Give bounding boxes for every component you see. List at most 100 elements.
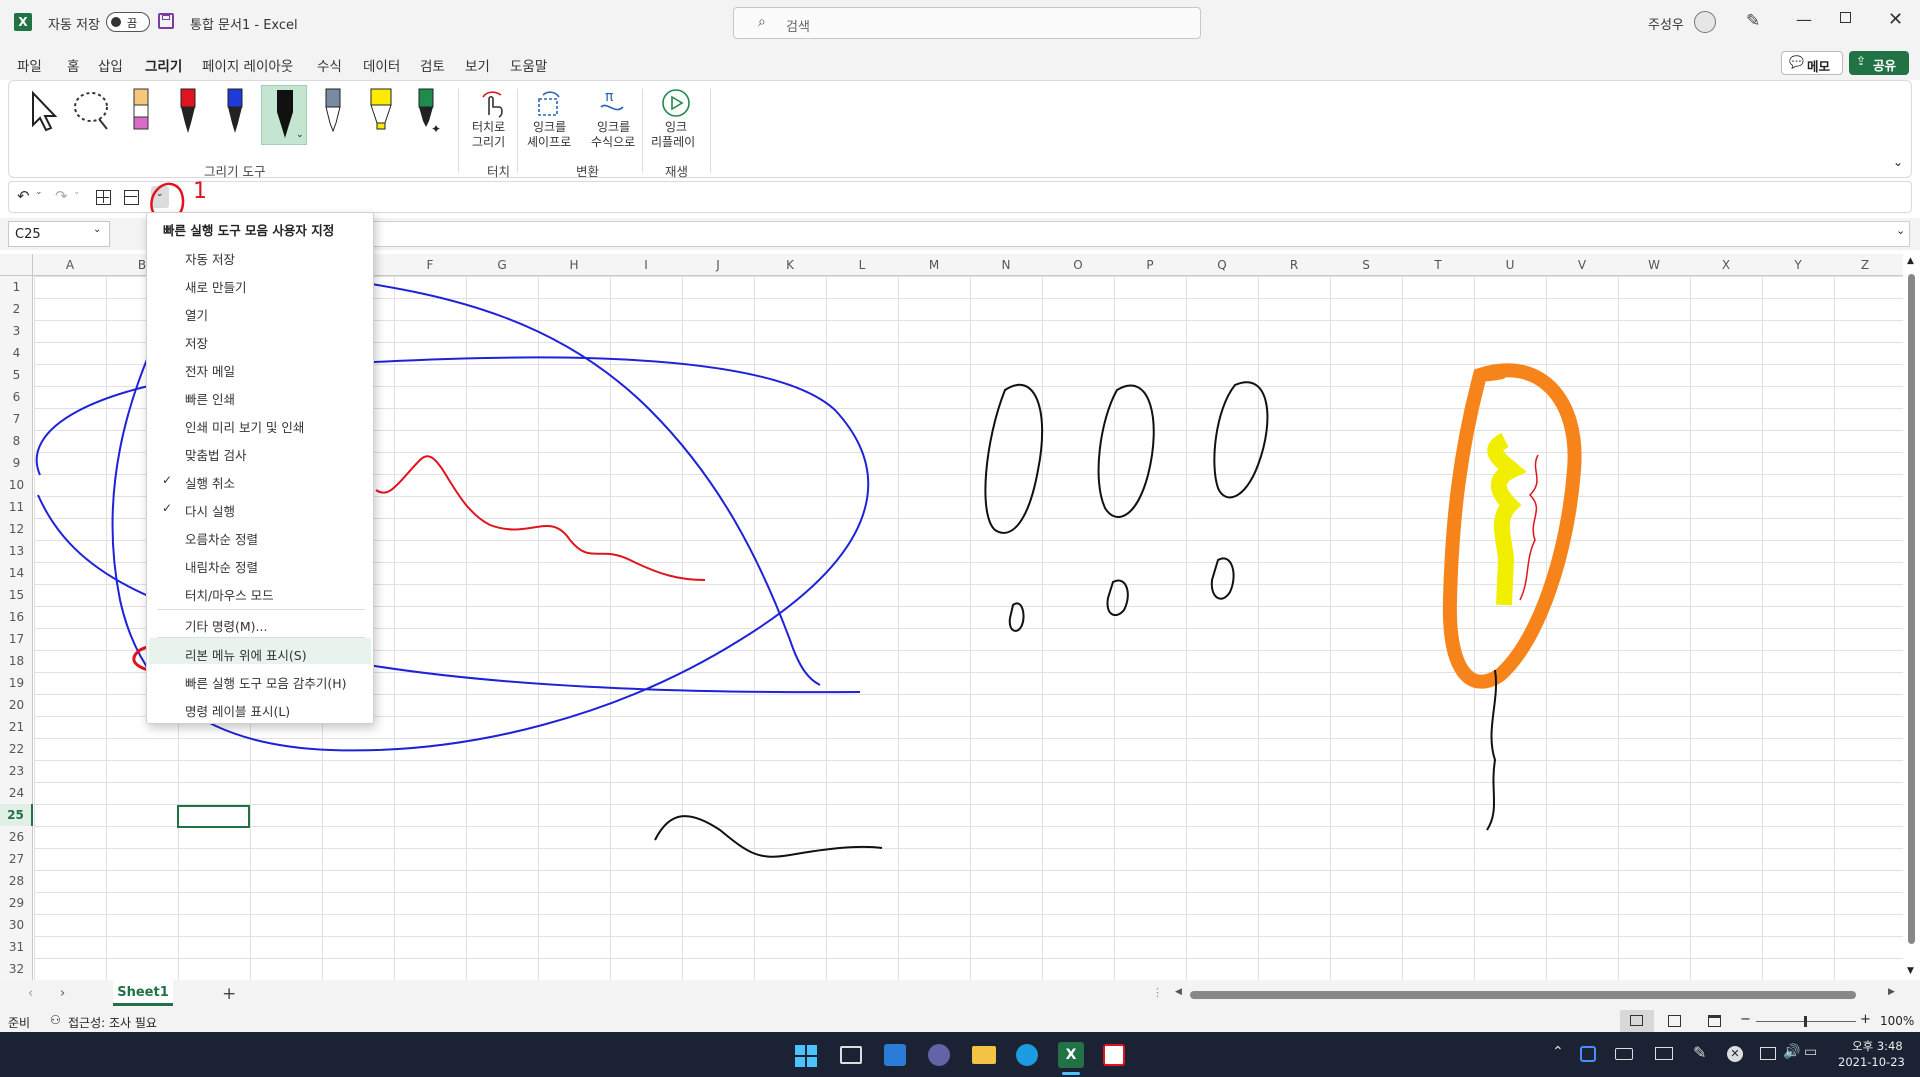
zoom-level[interactable]: 100% [1880, 1014, 1914, 1028]
column-header[interactable]: I [610, 258, 682, 272]
sheet-tab-sheet1[interactable]: Sheet1 [113, 980, 173, 1006]
task-view-icon[interactable] [840, 1046, 862, 1064]
row-header-selected[interactable]: 25 [0, 804, 33, 826]
row-header[interactable]: 21 [0, 716, 33, 738]
chevron-down-icon[interactable]: ⌄ [296, 130, 304, 140]
row-header[interactable]: 24 [0, 782, 33, 804]
action-pen-icon[interactable]: ✦ [413, 87, 441, 137]
normal-view-button[interactable] [1620, 1010, 1654, 1032]
widgets-icon[interactable] [884, 1044, 906, 1066]
sheet-next-icon[interactable]: › [60, 986, 65, 1001]
column-header[interactable]: F [394, 258, 466, 272]
menu-item-save[interactable]: 저장 [185, 333, 208, 352]
volume-icon[interactable]: 🔊 [1783, 1044, 1800, 1060]
menu-item-sort-descending[interactable]: 내림차순 정렬 [185, 557, 258, 576]
ink-replay-icon[interactable] [660, 87, 692, 119]
red-pen-icon[interactable] [176, 87, 200, 137]
active-cell-c25[interactable] [177, 805, 250, 828]
tab-file[interactable]: 파일 [17, 55, 42, 75]
formula-input[interactable] [370, 221, 1910, 247]
menu-item-email[interactable]: 전자 메일 [185, 361, 235, 380]
row-header[interactable]: 18 [0, 650, 33, 672]
menu-item-spelling[interactable]: 맞춤법 검사 [185, 445, 246, 464]
search-box[interactable]: ⌕ 검색 [733, 7, 1201, 39]
tab-help[interactable]: 도움말 [510, 55, 547, 75]
tab-data[interactable]: 데이터 [363, 55, 400, 75]
row-header[interactable]: 14 [0, 562, 33, 584]
row-header[interactable]: 7 [0, 408, 33, 430]
menu-item-show-command-labels[interactable]: 명령 레이블 표시(L) [185, 701, 290, 720]
vertical-scrollbar[interactable]: ▲ ▼ [1903, 254, 1920, 980]
tab-view[interactable]: 보기 [465, 55, 490, 75]
row-header[interactable]: 6 [0, 386, 33, 408]
row-header[interactable]: 31 [0, 936, 33, 958]
column-header[interactable]: X [1690, 258, 1762, 272]
column-header[interactable]: L [826, 258, 898, 272]
column-header[interactable]: G [466, 258, 538, 272]
name-box[interactable]: C25 ⌄ [8, 221, 110, 247]
touch-draw-icon[interactable] [479, 89, 507, 119]
battery-icon[interactable]: ▭ [1804, 1044, 1817, 1060]
zoom-in-icon[interactable]: + [1860, 1012, 1871, 1027]
snipping-tool-icon[interactable] [1103, 1044, 1125, 1066]
user-name[interactable]: 주성우 [1648, 14, 1684, 33]
column-header[interactable]: Z [1834, 258, 1896, 272]
accessibility-status[interactable]: 접근성: 조사 필요 [68, 1014, 157, 1031]
row-header[interactable]: 23 [0, 760, 33, 782]
comments-button[interactable]: 💬 메모 [1781, 51, 1843, 75]
file-explorer-icon[interactable] [972, 1046, 996, 1064]
windows-start-icon[interactable] [795, 1045, 817, 1067]
row-header[interactable]: 30 [0, 914, 33, 936]
row-header[interactable]: 19 [0, 672, 33, 694]
row-header[interactable]: 11 [0, 496, 33, 518]
page-break-view-icon[interactable] [1708, 1015, 1721, 1027]
ink-to-math-icon[interactable]: π [597, 87, 627, 119]
teams-chat-icon[interactable] [928, 1044, 950, 1066]
column-header[interactable]: R [1258, 258, 1330, 272]
vertical-scroll-thumb[interactable] [1908, 274, 1915, 944]
menu-item-autosave[interactable]: 자동 저장 [185, 249, 235, 268]
column-header[interactable]: N [970, 258, 1042, 272]
column-header[interactable]: S [1330, 258, 1402, 272]
tab-home[interactable]: 홈 [67, 55, 79, 75]
menu-item-sort-ascending[interactable]: 오름차순 정렬 [185, 529, 258, 548]
column-header[interactable]: V [1546, 258, 1618, 272]
column-header[interactable]: A [34, 258, 106, 272]
menu-item-new[interactable]: 새로 만들기 [185, 277, 246, 296]
tab-formulas[interactable]: 수식 [317, 55, 342, 75]
clock-date[interactable]: 2021-10-23 [1838, 1055, 1905, 1069]
pen-icon[interactable]: ✎ [1746, 11, 1760, 31]
column-header[interactable]: H [538, 258, 610, 272]
row-header[interactable]: 26 [0, 826, 33, 848]
menu-item-open[interactable]: 열기 [185, 305, 208, 324]
zoom-slider[interactable] [1756, 1016, 1856, 1027]
close-icon[interactable]: ✕ [1888, 9, 1903, 30]
row-header[interactable]: 29 [0, 892, 33, 914]
collapse-ribbon-icon[interactable]: ⌄ [1893, 155, 1903, 169]
tab-review[interactable]: 검토 [420, 55, 445, 75]
row-header[interactable]: 28 [0, 870, 33, 892]
column-header[interactable]: K [754, 258, 826, 272]
menu-item-show-above-ribbon[interactable]: 리본 메뉴 위에 표시(S) [185, 645, 307, 664]
menu-item-undo[interactable]: 실행 취소 [185, 473, 235, 492]
table-icon[interactable] [124, 190, 139, 205]
split-handle-icon[interactable]: ⋮ [1152, 986, 1163, 999]
lasso-select-icon[interactable] [71, 89, 115, 133]
row-header[interactable]: 10 [0, 474, 33, 496]
scroll-left-icon[interactable]: ◀ [1175, 987, 1182, 997]
menu-item-touch-mouse-mode[interactable]: 터치/마우스 모드 [185, 585, 274, 604]
scroll-down-icon[interactable]: ▼ [1907, 966, 1914, 976]
zoom-out-icon[interactable]: − [1740, 1012, 1751, 1027]
scroll-up-icon[interactable]: ▲ [1907, 256, 1914, 266]
redo-dropdown-icon[interactable]: ⌄ [73, 187, 81, 197]
display-icon[interactable] [1655, 1047, 1673, 1060]
row-header[interactable]: 32 [0, 958, 33, 980]
menu-item-quick-print[interactable]: 빠른 인쇄 [185, 389, 235, 408]
scroll-right-icon[interactable]: ▶ [1888, 987, 1895, 997]
minimize-icon[interactable]: — [1796, 10, 1812, 29]
clock-time[interactable]: 오후 3:48 [1852, 1038, 1903, 1054]
pencil-icon[interactable] [321, 87, 345, 137]
row-header[interactable]: 12 [0, 518, 33, 540]
row-header[interactable]: 17 [0, 628, 33, 650]
ink-to-shape-icon[interactable] [535, 89, 565, 119]
